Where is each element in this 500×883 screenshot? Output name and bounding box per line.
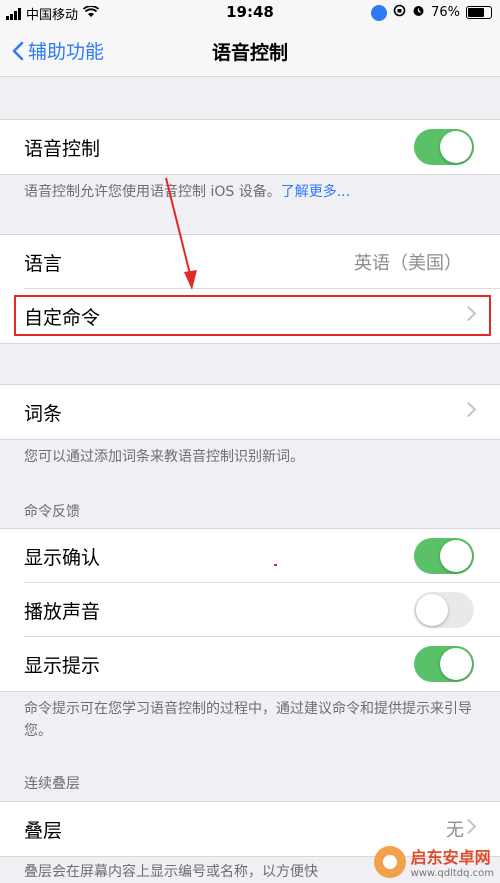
watermark-logo-icon bbox=[373, 845, 406, 878]
watermark: 启东安卓网 www.qdltdq.com bbox=[373, 844, 494, 879]
annotation-arrow bbox=[165, 177, 277, 566]
watermark-text: 启东安卓网 www.qdltdq.com bbox=[411, 844, 494, 879]
watermark-name: 启东安卓网 bbox=[410, 848, 491, 867]
watermark-url: www.qdltdq.com bbox=[410, 868, 494, 879]
